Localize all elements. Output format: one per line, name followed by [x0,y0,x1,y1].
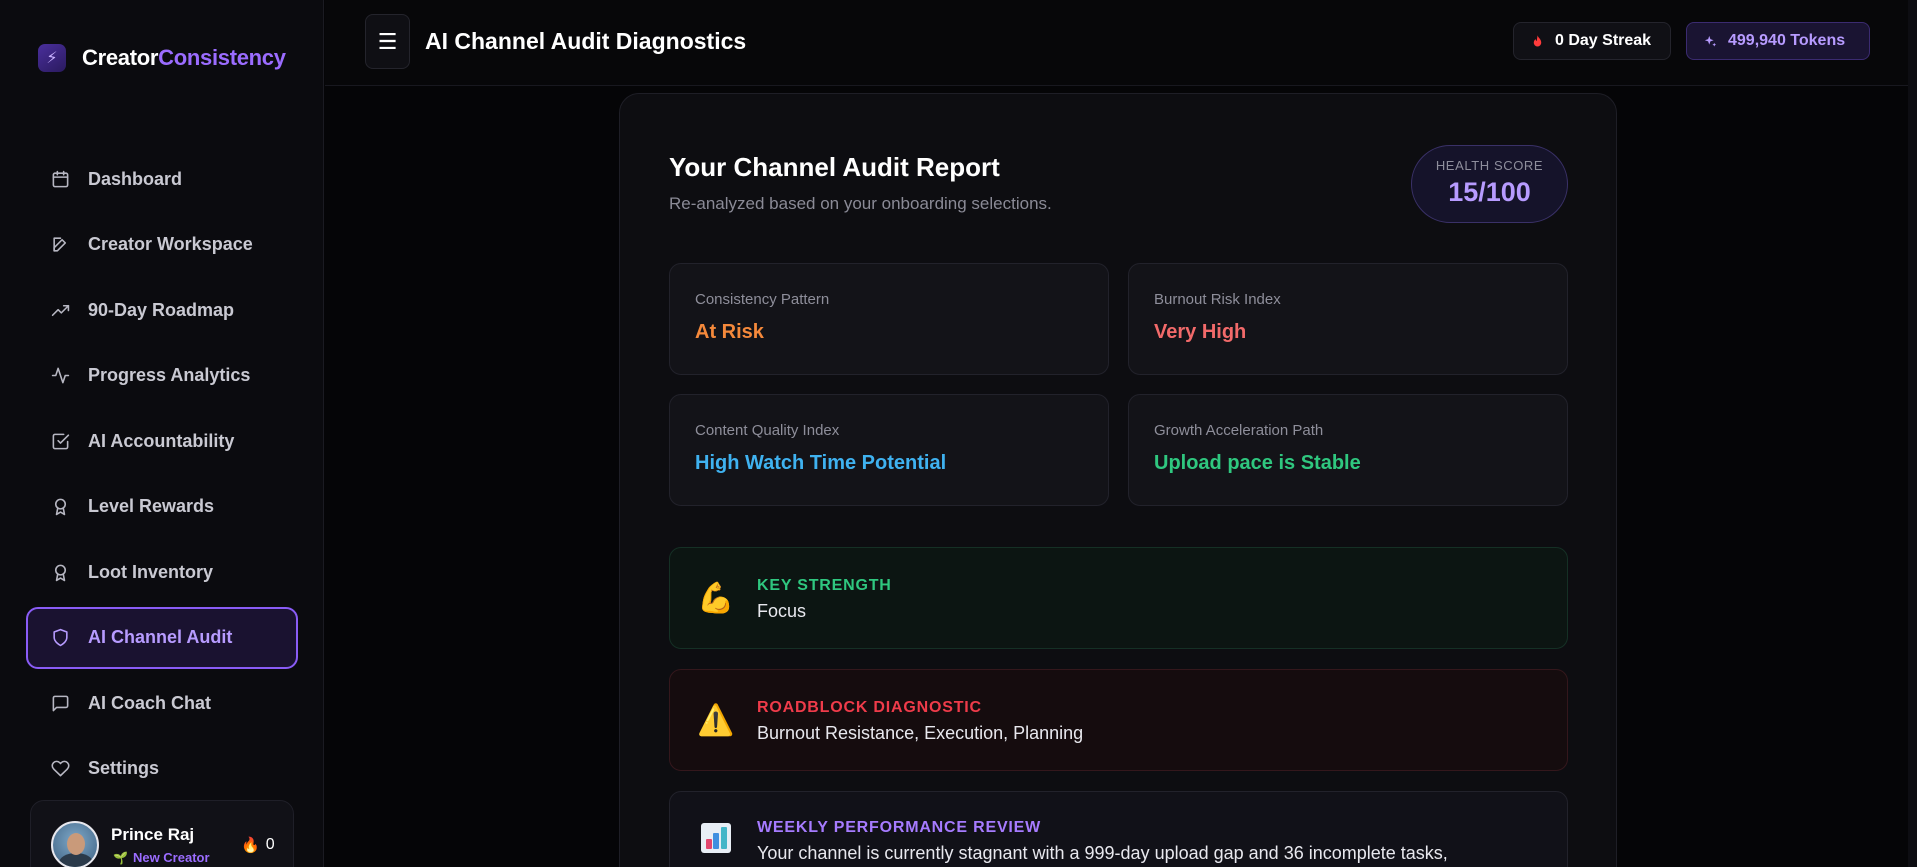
sidebar-item-level-rewards[interactable]: Level Rewards [26,476,298,538]
menu-button[interactable]: ☰ [365,14,410,69]
sprout-icon: 🌱 [113,850,128,865]
sidebar-item-label: Settings [88,758,160,778]
report-title: Your Channel Audit Report [669,152,1000,182]
roadblock-panel: ⚠️ ROADBLOCK DIAGNOSTIC Burnout Resistan… [669,669,1568,771]
sidebar: ⚡ CreatorConsistency Dashboard Creator W… [0,0,324,867]
calendar-icon [50,169,70,189]
user-streak: 🔥 0 [241,836,275,854]
flexed-biceps-icon: 💪 [697,581,735,615]
brand-name: CreatorConsistency [82,45,286,71]
metric-value: Upload pace is Stable [1154,452,1361,474]
user-streak-count: 0 [265,836,275,853]
sidebar-item-label: Creator Workspace [88,234,253,254]
metric-label: Consistency Pattern [695,291,830,308]
weekly-review-heading: WEEKLY PERFORMANCE REVIEW [757,819,1042,836]
health-score-value: 15/100 [1448,177,1531,207]
metric-burnout-risk: Burnout Risk Index Very High [1128,263,1568,375]
shield-icon [50,628,70,648]
flame-icon: 🔥 [241,837,260,854]
user-level: 🌱 New Creator [113,850,210,865]
metric-label: Burnout Risk Index [1154,291,1281,308]
roadblock-text: Burnout Resistance, Execution, Planning [757,723,1084,743]
audit-report-card: Your Channel Audit Report Re-analyzed ba… [619,93,1617,867]
metric-growth-acceleration: Growth Acceleration Path Upload pace is … [1128,394,1568,506]
avatar[interactable] [51,821,99,867]
sidebar-item-label: Level Rewards [88,496,215,516]
sidebar-nav: Dashboard Creator Workspace 90-Day Roadm… [26,148,298,803]
tokens-label: 499,940 Tokens [1728,32,1846,49]
bar-chart-icon [698,820,734,856]
metric-label: Content Quality Index [695,422,840,439]
flame-icon [1533,34,1542,46]
report-subtitle: Re-analyzed based on your onboarding sel… [669,194,1052,213]
edit-icon [50,235,70,255]
user-card[interactable]: Prince Raj 🌱 New Creator 🔥 0 [30,800,294,867]
metric-value: High Watch Time Potential [695,452,947,474]
user-name: Prince Raj [111,825,195,844]
sidebar-item-label: AI Accountability [88,430,235,451]
brand-name-part1: Creator [82,45,159,70]
weekly-review-text: Your channel is currently stagnant with … [757,843,1448,863]
metric-label: Growth Acceleration Path [1154,422,1324,439]
sidebar-item-settings[interactable]: Settings [26,738,298,800]
award-icon [50,562,70,582]
heart-icon [50,759,70,779]
topbar: ☰ AI Channel Audit Diagnostics 0 Day Str… [325,0,1917,86]
message-square-icon [50,693,70,713]
streak-label: 0 Day Streak [1555,32,1652,49]
sidebar-item-label: Progress Analytics [88,365,251,385]
lightning-icon: ⚡ [38,44,66,72]
menu-icon: ☰ [377,28,398,54]
sidebar-item-progress-analytics[interactable]: Progress Analytics [26,345,298,407]
page-title: AI Channel Audit Diagnostics [425,28,747,54]
sidebar-item-label: AI Channel Audit [88,627,233,647]
sidebar-item-label: Dashboard [88,168,183,189]
sidebar-item-dashboard[interactable]: Dashboard [26,148,298,210]
activity-icon [50,366,70,386]
award-icon [50,497,70,517]
sidebar-item-label: AI Coach Chat [88,692,212,713]
sparkles-icon [1704,35,1717,46]
sidebar-item-loot-inventory[interactable]: Loot Inventory [26,541,298,603]
sidebar-item-label: 90-Day Roadmap [88,299,235,320]
key-strength-text: Focus [757,601,807,621]
metric-consistency-pattern: Consistency Pattern At Risk [669,263,1109,375]
health-score-badge: HEALTH SCORE 15/100 [1411,145,1568,223]
streak-badge[interactable]: 0 Day Streak [1513,22,1671,60]
sidebar-item-roadmap[interactable]: 90-Day Roadmap [26,279,298,341]
key-strength-heading: KEY STRENGTH [757,577,892,594]
roadblock-heading: ROADBLOCK DIAGNOSTIC [757,699,982,716]
metric-value: Very High [1154,321,1247,343]
brand[interactable]: ⚡ CreatorConsistency [38,44,286,72]
sidebar-item-creator-workspace[interactable]: Creator Workspace [26,214,298,276]
sidebar-item-ai-accountability[interactable]: AI Accountability [26,410,298,472]
sidebar-item-ai-channel-audit[interactable]: AI Channel Audit [26,606,298,669]
trending-up-icon [50,300,70,320]
check-square-icon [50,431,70,451]
metric-value: At Risk [695,321,764,343]
sidebar-item-label: Loot Inventory [88,561,213,582]
weekly-review-panel: WEEKLY PERFORMANCE REVIEW Your channel i… [669,791,1568,867]
tokens-badge[interactable]: 499,940 Tokens [1686,22,1870,60]
metric-content-quality: Content Quality Index High Watch Time Po… [669,394,1109,506]
scrollbar[interactable] [1908,0,1917,867]
key-strength-panel: 💪 KEY STRENGTH Focus [669,547,1568,649]
sidebar-item-ai-coach-chat[interactable]: AI Coach Chat [26,672,298,734]
brand-name-part2: Consistency [158,45,286,70]
user-level-label: New Creator [132,850,210,865]
health-score-label: HEALTH SCORE [1435,158,1544,173]
warning-icon: ⚠️ [697,703,735,737]
app-root: ⚡ CreatorConsistency Dashboard Creator W… [0,0,1917,867]
